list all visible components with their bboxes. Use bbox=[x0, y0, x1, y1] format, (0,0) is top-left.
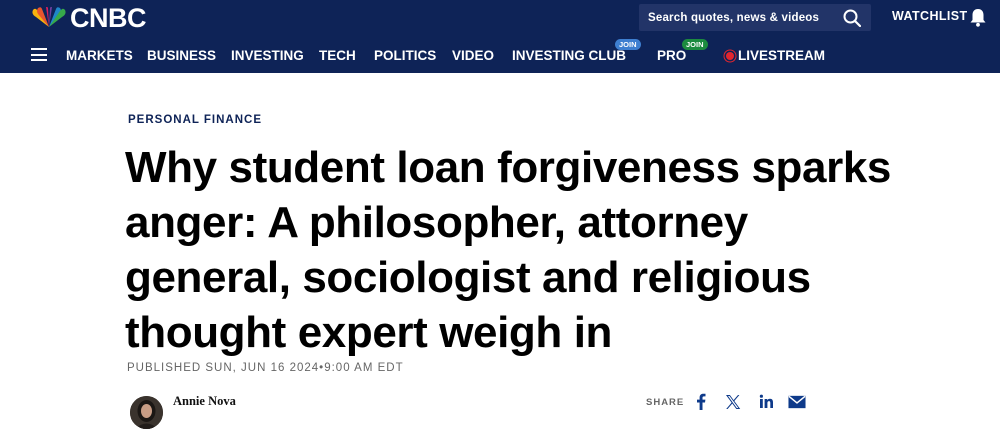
headline-line: thought expert weigh in bbox=[125, 308, 613, 357]
nav-item-tech[interactable]: TECH bbox=[319, 47, 356, 65]
section-kicker[interactable]: PERSONAL FINANCE bbox=[128, 114, 262, 126]
nav-item-politics[interactable]: POLITICS bbox=[374, 47, 436, 65]
headline-line: general, sociologist and religious bbox=[125, 253, 811, 302]
author-avatar[interactable] bbox=[130, 396, 163, 429]
join-badge-investing-club[interactable]: JOIN bbox=[615, 39, 641, 50]
nav-item-business[interactable]: BUSINESS bbox=[147, 47, 216, 65]
headline-line: anger: A philosopher, attorney bbox=[125, 198, 748, 247]
peacock-icon bbox=[32, 7, 66, 27]
nav-item-pro[interactable]: PRO bbox=[657, 47, 686, 65]
nav-item-markets[interactable]: MARKETS bbox=[66, 47, 133, 65]
search-icon[interactable] bbox=[843, 9, 861, 27]
x-icon[interactable] bbox=[724, 393, 742, 410]
author-name[interactable]: Annie Nova bbox=[173, 394, 236, 409]
search-box[interactable]: Search quotes, news & videos bbox=[639, 4, 871, 31]
email-icon[interactable] bbox=[788, 393, 806, 410]
nav-item-video[interactable]: VIDEO bbox=[452, 47, 494, 65]
live-indicator-icon bbox=[726, 52, 734, 60]
linkedin-icon[interactable] bbox=[757, 393, 775, 410]
search-placeholder[interactable]: Search quotes, news & videos bbox=[648, 12, 819, 24]
site-header: CNBC Search quotes, news & videos WATCHL… bbox=[0, 0, 1000, 73]
share-label: SHARE bbox=[646, 397, 685, 408]
nav-item-livestream[interactable]: LIVESTREAM bbox=[738, 47, 825, 65]
join-badge-pro[interactable]: JOIN bbox=[682, 39, 708, 50]
bell-icon[interactable] bbox=[969, 8, 987, 27]
brand-name: CNBC bbox=[70, 3, 147, 33]
nav-item-investing-club[interactable]: INVESTING CLUB bbox=[512, 47, 626, 65]
avatar-portrait bbox=[130, 396, 163, 429]
published-timestamp: PUBLISHED SUN, JUN 16 2024•9:00 AM EDT bbox=[127, 362, 404, 374]
watchlist-link[interactable]: WATCHLIST bbox=[892, 9, 968, 23]
article-headline: Why student loan forgiveness sparks ange… bbox=[125, 140, 995, 360]
cnbc-logo[interactable]: CNBC bbox=[32, 3, 147, 33]
headline-line: Why student loan forgiveness sparks bbox=[125, 143, 891, 192]
hamburger-menu-icon[interactable] bbox=[31, 48, 47, 61]
nav-item-investing[interactable]: INVESTING bbox=[231, 47, 304, 65]
facebook-icon[interactable] bbox=[692, 393, 710, 410]
